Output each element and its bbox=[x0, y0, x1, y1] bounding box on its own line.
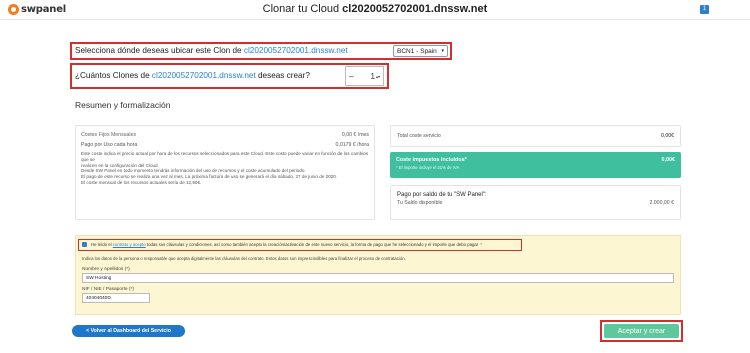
spinner-icon[interactable]: ▴▾ bbox=[376, 74, 380, 79]
balance-label: Tu Saldo disponible bbox=[397, 200, 443, 206]
clones-question: ¿Cuántos Clones de cl2020052702001.dnssw… bbox=[75, 71, 310, 80]
clones-quantity-stepper[interactable]: – 1 ▴▾ bbox=[345, 66, 384, 86]
clones-count: 1 ▴▾ bbox=[370, 71, 380, 81]
chevron-down-icon: ▾ bbox=[441, 48, 444, 54]
top-bar: swpanel Clonar tu Cloud cl2020052702001.… bbox=[0, 0, 750, 20]
fixed-costs-value: 0,00 € /mes bbox=[341, 132, 369, 138]
server-link[interactable]: cl2020052702001.dnssw.net bbox=[244, 46, 348, 55]
tax-panel: Coste impuestos incluidos* 0,00€ * El im… bbox=[390, 152, 681, 178]
balance-value: 2.000,00 € bbox=[649, 200, 674, 206]
back-to-dashboard-button[interactable]: < Volver al Dashboard del Servicio bbox=[72, 325, 185, 337]
fixed-costs-label: Costes Fijos Mensuales bbox=[81, 132, 137, 138]
contract-info: Indica los datos de la persona o respons… bbox=[82, 256, 406, 261]
contract-panel: He leído el contrato y acepto todas sus … bbox=[75, 235, 681, 315]
notification-badge[interactable]: 1 bbox=[700, 5, 709, 14]
nif-field[interactable]: 40404040D bbox=[82, 293, 150, 303]
tax-note: * El importe incluye el 21% de IVA bbox=[396, 165, 460, 170]
contract-link[interactable]: contrato y acepto bbox=[113, 242, 146, 247]
accept-terms-row[interactable]: He leído el contrato y acepto todas sus … bbox=[82, 242, 482, 247]
summary-title: Resumen y formalización bbox=[75, 100, 171, 110]
page-title: Clonar tu Cloud cl2020052702001.dnssw.ne… bbox=[262, 3, 488, 15]
usage-value: 0,0179 € /hora bbox=[335, 142, 369, 148]
payment-title: Pago por saldo de tu "SW Panel": bbox=[397, 192, 487, 198]
costs-panel: Costes Fijos Mensuales 0,00 € /mes Pago … bbox=[75, 125, 375, 220]
location-question: Selecciona dónde deseas ubicar este Clon… bbox=[75, 46, 348, 55]
location-select[interactable]: BCN1 - Spain ▾ bbox=[393, 45, 448, 57]
nif-label: NIF / NIE / Pasaporte (*) bbox=[82, 287, 134, 292]
tax-label: Coste impuestos incluidos* bbox=[396, 157, 467, 163]
required-asterisk-icon: * bbox=[480, 242, 482, 247]
server-link-2[interactable]: cl2020052702001.dnssw.net bbox=[152, 71, 256, 80]
decrement-button[interactable]: – bbox=[349, 72, 353, 81]
name-field[interactable]: SW Hosting bbox=[82, 273, 674, 283]
name-label: Nombre y Apellidos (*) bbox=[82, 267, 130, 272]
total-label: Total coste servicio bbox=[397, 133, 441, 139]
total-panel: Total coste servicio 0,00€ bbox=[390, 125, 681, 147]
payment-panel: Pago por saldo de tu "SW Panel": Tu Sald… bbox=[390, 185, 681, 220]
total-value: 0,00€ bbox=[661, 133, 674, 139]
accept-and-create-button[interactable]: Aceptar y crear bbox=[604, 324, 679, 338]
usage-label: Pago por Uso cada hora bbox=[81, 142, 138, 148]
tax-value: 0,00€ bbox=[661, 157, 676, 163]
accept-checkbox[interactable] bbox=[82, 242, 87, 247]
cost-notes: Este coste indica el precio actual por h… bbox=[81, 151, 369, 185]
